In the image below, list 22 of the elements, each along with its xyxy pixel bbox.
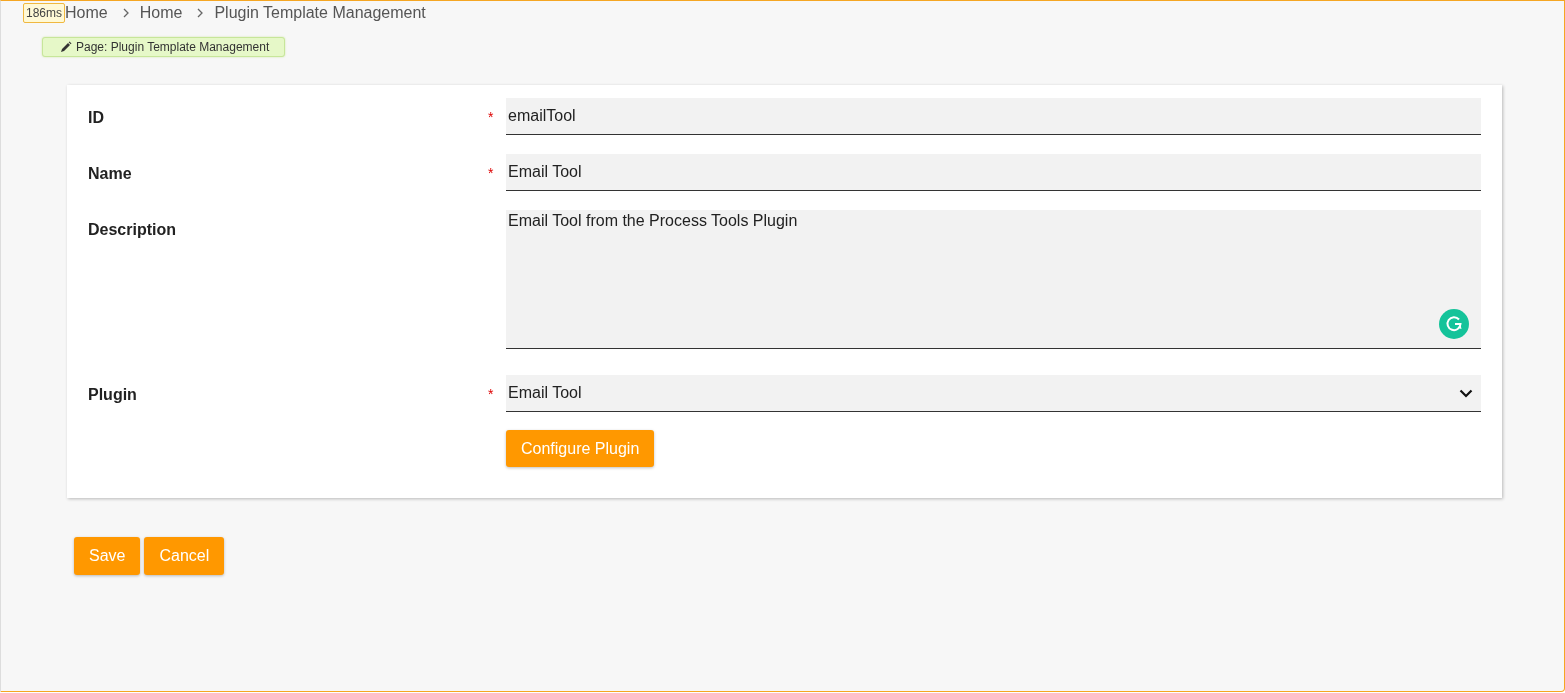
timer-badge: 186ms — [23, 3, 66, 23]
page-tag[interactable]: Page: Plugin Template Management — [42, 37, 286, 57]
chevron-right-icon — [196, 8, 205, 18]
page-tag-text: Page: Plugin Template Management — [76, 40, 270, 54]
required-mark: * — [488, 165, 494, 181]
field-label: Name — [88, 164, 133, 184]
assistant-icon[interactable] — [1439, 309, 1469, 339]
chevron-down-icon — [1459, 388, 1473, 398]
field-label: Plugin — [88, 385, 138, 405]
breadcrumb-link[interactable]: Home — [139, 4, 183, 22]
text-area[interactable]: Email Tool from the Process Tools Plugin — [506, 210, 1481, 349]
required-mark: * — [488, 386, 494, 402]
input-field[interactable]: emailTool — [506, 98, 1481, 135]
field-label: Description — [88, 220, 177, 240]
dropdown[interactable]: Email Tool — [506, 375, 1481, 412]
field-label: ID — [88, 108, 105, 128]
input-field[interactable]: Email Tool — [506, 154, 1481, 191]
pencil-icon — [60, 41, 72, 53]
breadcrumb-link[interactable]: Plugin Template Management — [214, 4, 426, 22]
chevron-right-icon — [121, 8, 130, 18]
breadcrumb-link[interactable]: Home — [65, 4, 108, 22]
required-mark: * — [488, 109, 494, 125]
